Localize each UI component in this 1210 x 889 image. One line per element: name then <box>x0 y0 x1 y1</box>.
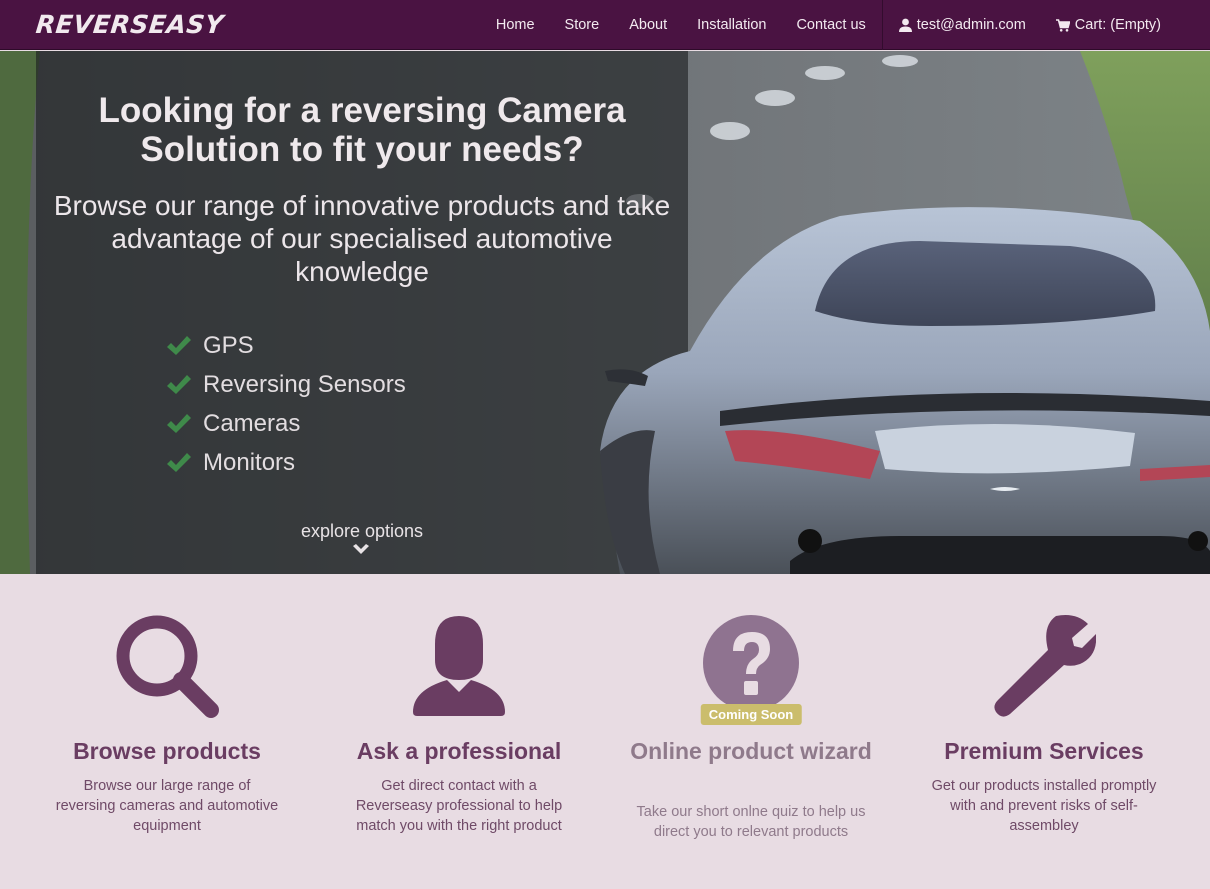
search-icon <box>116 615 219 718</box>
feature-label: Cameras <box>203 409 301 437</box>
service-title: Ask a professional <box>356 738 562 764</box>
service-description: Get our products installed promptly with… <box>931 778 1157 834</box>
feature-item-gps: GPS <box>166 326 406 365</box>
nav-home-link[interactable]: Home <box>481 0 550 50</box>
nav-store-link[interactable]: Store <box>550 0 615 50</box>
nav-about-link[interactable]: About <box>614 0 682 50</box>
brand-name: Reverseasy <box>34 10 226 39</box>
chevron-down-icon[interactable] <box>352 544 370 556</box>
check-icon <box>167 452 191 472</box>
check-icon <box>167 335 191 355</box>
feature-item-cameras: Cameras <box>166 404 406 443</box>
feature-list: GPS Reversing Sensors Cameras Monitors <box>166 326 406 482</box>
service-description: Browse our large range of reversing came… <box>55 778 279 834</box>
user-account-link[interactable]: test@admin.com <box>884 0 1041 50</box>
nav-divider <box>881 0 883 50</box>
hero-title: Looking for a reversing Camera Solution … <box>98 91 626 169</box>
check-icon <box>167 374 191 394</box>
user-icon <box>898 18 912 32</box>
check-icon <box>167 413 191 433</box>
cart-link[interactable]: Cart: (Empty) <box>1041 0 1210 50</box>
feature-item-monitors: Monitors <box>166 443 406 482</box>
user-email: test@admin.com <box>916 17 1026 33</box>
service-description: Get direct contact with a Reverseasy pro… <box>355 778 563 834</box>
car-image <box>600 207 1210 574</box>
cart-label: Cart: (Empty) <box>1074 17 1161 33</box>
feature-label: GPS <box>203 331 254 359</box>
wrench-icon <box>994 615 1096 717</box>
brand-logo[interactable]: Reverseasy <box>34 9 226 41</box>
explore-options-link[interactable]: explore options <box>36 521 688 542</box>
question-circle-icon <box>703 615 799 711</box>
user-icon <box>413 616 505 716</box>
cart-icon <box>1055 18 1070 32</box>
services-section: Browse products Browse our large range o… <box>0 574 1210 889</box>
feature-label: Monitors <box>203 448 296 476</box>
service-description: Take our short onlne quiz to help us dir… <box>636 804 866 840</box>
nav-contact-link[interactable]: Contact us <box>781 0 880 50</box>
hero-banner: Looking for a reversing Camera Solution … <box>0 51 1210 574</box>
feature-label: Reversing Sensors <box>203 370 406 398</box>
feature-item-sensors: Reversing Sensors <box>166 365 406 404</box>
nav-installation-link[interactable]: Installation <box>682 0 781 50</box>
coming-soon-badge: Coming Soon <box>700 704 802 725</box>
main-nav: Home Store About Installation Contact us… <box>481 0 1210 50</box>
hero-subtitle: Browse our range of innovative products … <box>53 190 671 287</box>
service-title: Premium Services <box>944 738 1144 764</box>
service-title: Online product wizard <box>630 738 872 764</box>
navbar: Reverseasy Home Store About Installation… <box>0 0 1210 50</box>
service-title: Browse products <box>73 738 261 764</box>
